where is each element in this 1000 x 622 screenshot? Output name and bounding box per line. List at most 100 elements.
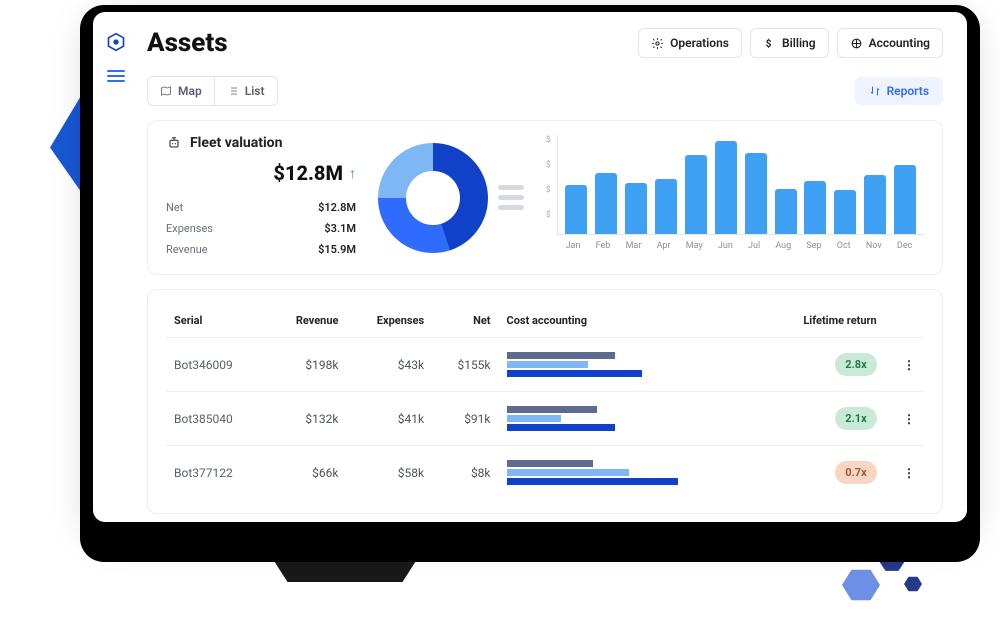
bar bbox=[715, 141, 737, 234]
cell-net: $91k bbox=[432, 392, 498, 446]
table-row: Bot346009 $198k$43k$155k 2.8x ⋮ bbox=[166, 338, 924, 392]
assets-table-panel: Serial Revenue Expenses Net Cost account… bbox=[147, 289, 943, 514]
cell-revenue: $66k bbox=[267, 446, 346, 500]
lifetime-badge: 0.7x bbox=[835, 461, 876, 484]
bar bbox=[565, 185, 587, 235]
accounting-button[interactable]: Accounting bbox=[837, 28, 943, 58]
bar bbox=[625, 183, 647, 234]
col-cost: Cost accounting bbox=[499, 304, 764, 338]
valuation-block: Fleet valuation $12.8M ↑ Net $12.8M Expens… bbox=[166, 135, 356, 260]
valuation-label: Fleet valuation bbox=[190, 135, 282, 151]
operations-button[interactable]: Operations bbox=[638, 28, 742, 58]
donut-ring bbox=[378, 143, 488, 253]
reports-button[interactable]: Reports bbox=[855, 77, 943, 105]
donut-chart bbox=[366, 135, 536, 260]
monthly-bar-chart: $$$$ JanFebMarAprMayJunJulAugSepOctNovDe… bbox=[546, 135, 924, 260]
bar bbox=[745, 153, 767, 234]
list-icon bbox=[227, 85, 239, 97]
app-window: Assets Operations $ Billing Accounting M… bbox=[93, 12, 967, 522]
topbar: Assets Operations $ Billing Accounting bbox=[139, 12, 967, 70]
bar bbox=[775, 189, 797, 234]
cell-expenses: $43k bbox=[346, 338, 432, 392]
valuation-row-key: Revenue bbox=[166, 243, 208, 256]
bar-x-labels: JanFebMarAprMayJunJulAugSepOctNovDec bbox=[546, 241, 924, 251]
bar bbox=[894, 165, 916, 234]
trend-up-icon: ↑ bbox=[349, 165, 356, 182]
row-menu-button[interactable]: ⋮ bbox=[903, 412, 916, 426]
decorative-hexagon bbox=[842, 568, 880, 602]
map-icon bbox=[160, 85, 172, 97]
gear-icon bbox=[651, 37, 664, 50]
table-row: Bot377122 $66k$58k$8k 0.7x ⋮ bbox=[166, 446, 924, 500]
app-logo bbox=[106, 32, 126, 52]
bar bbox=[804, 181, 826, 234]
bar-label: Apr bbox=[657, 241, 671, 251]
cell-net: $155k bbox=[432, 338, 498, 392]
cell-net: $8k bbox=[432, 446, 498, 500]
col-lifetime: Lifetime return bbox=[764, 304, 885, 338]
cost-bars bbox=[507, 460, 687, 485]
bar-label: Sep bbox=[806, 241, 821, 251]
col-expenses: Expenses bbox=[346, 304, 432, 338]
bar-label: Jul bbox=[748, 241, 760, 251]
accounting-label: Accounting bbox=[869, 36, 930, 50]
robot-icon bbox=[166, 135, 182, 151]
page-title: Assets bbox=[147, 28, 228, 58]
dollar-icon: $ bbox=[763, 37, 776, 50]
valuation-row: Net $12.8M bbox=[166, 197, 356, 218]
cell-revenue: $198k bbox=[267, 338, 346, 392]
assets-table: Serial Revenue Expenses Net Cost account… bbox=[166, 304, 924, 499]
lifetime-badge: 2.1x bbox=[835, 407, 876, 430]
valuation-row-key: Expenses bbox=[166, 222, 213, 235]
bar-label: Feb bbox=[596, 241, 611, 251]
valuation-row-value: $3.1M bbox=[324, 222, 356, 235]
subbar: Map List Reports bbox=[139, 70, 967, 120]
valuation-row-value: $15.9M bbox=[318, 243, 356, 256]
content: Fleet valuation $12.8M ↑ Net $12.8M Expens… bbox=[139, 120, 967, 522]
row-menu-button[interactable]: ⋮ bbox=[903, 466, 916, 480]
bar-label: Mar bbox=[626, 241, 642, 251]
cell-serial: Bot385040 bbox=[174, 412, 233, 426]
bar-y-axis: $$$$ bbox=[546, 135, 551, 235]
menu-button[interactable] bbox=[107, 70, 125, 82]
cell-expenses: $58k bbox=[346, 446, 432, 500]
bar-label: Dec bbox=[897, 241, 912, 251]
cell-serial: Bot346009 bbox=[174, 358, 233, 372]
list-tab[interactable]: List bbox=[214, 77, 277, 105]
map-tab[interactable]: Map bbox=[148, 77, 214, 105]
lifetime-badge: 2.8x bbox=[835, 353, 876, 376]
valuation-amount: $12.8M bbox=[273, 161, 343, 185]
billing-label: Billing bbox=[782, 36, 816, 50]
col-serial: Serial bbox=[166, 304, 267, 338]
cell-serial: Bot377122 bbox=[174, 466, 233, 480]
sidebar bbox=[93, 12, 139, 522]
valuation-row-key: Net bbox=[166, 201, 183, 214]
cost-bars bbox=[507, 406, 687, 431]
valuation-row-value: $12.8M bbox=[318, 201, 356, 214]
sort-icon bbox=[869, 85, 881, 97]
row-menu-button[interactable]: ⋮ bbox=[903, 358, 916, 372]
bar bbox=[595, 173, 617, 234]
map-label: Map bbox=[178, 84, 202, 98]
bar-label: Aug bbox=[775, 241, 791, 251]
main-area: Assets Operations $ Billing Accounting M… bbox=[139, 12, 967, 522]
reports-label: Reports bbox=[887, 84, 929, 98]
cost-bars bbox=[507, 352, 687, 377]
decorative-hexagon bbox=[904, 576, 922, 592]
cell-revenue: $132k bbox=[267, 392, 346, 446]
bar-label: Nov bbox=[866, 241, 882, 251]
col-net: Net bbox=[432, 304, 498, 338]
billing-button[interactable]: $ Billing bbox=[750, 28, 829, 58]
bar bbox=[655, 179, 677, 234]
svg-text:$: $ bbox=[766, 38, 772, 49]
bar-label: May bbox=[686, 241, 703, 251]
bar bbox=[834, 190, 856, 234]
cell-expenses: $41k bbox=[346, 392, 432, 446]
list-label: List bbox=[245, 84, 265, 98]
view-segment: Map List bbox=[147, 76, 278, 106]
valuation-row: Expenses $3.1M bbox=[166, 218, 356, 239]
table-row: Bot385040 $132k$41k$91k 2.1x ⋮ bbox=[166, 392, 924, 446]
bar bbox=[685, 155, 707, 234]
bar-label: Jun bbox=[718, 241, 733, 251]
operations-label: Operations bbox=[670, 36, 729, 50]
